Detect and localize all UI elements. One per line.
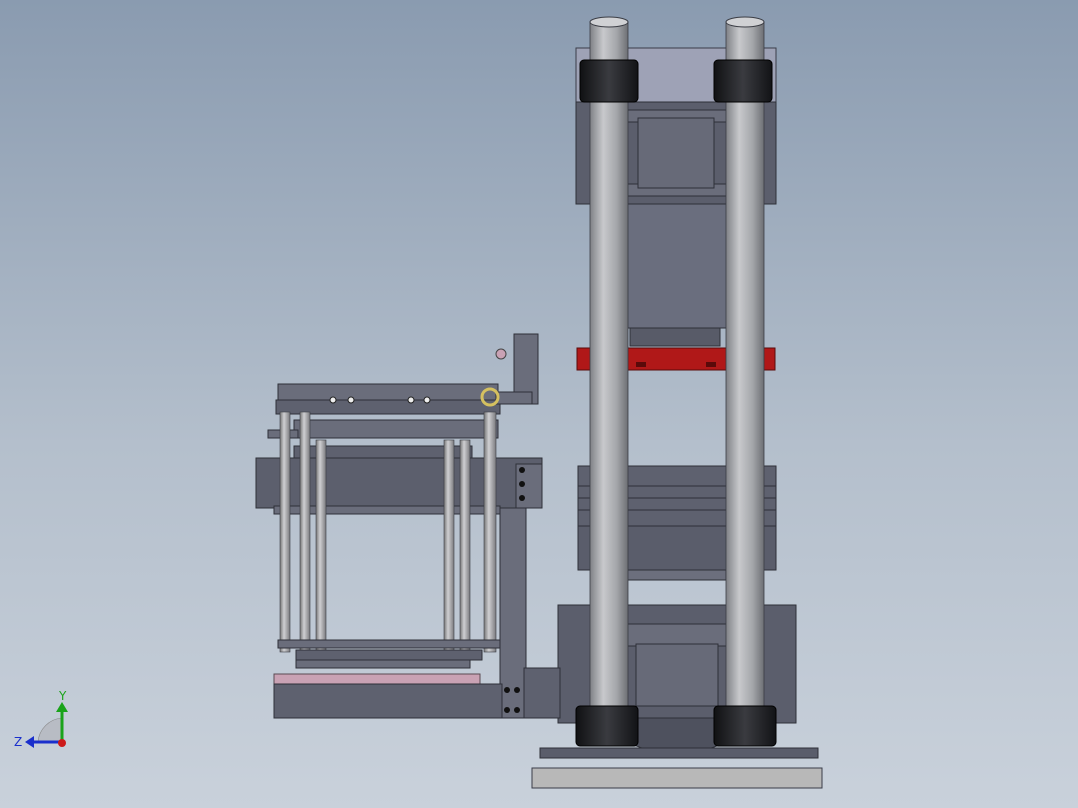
x-axis-dot bbox=[58, 739, 66, 747]
base-plate bbox=[531, 767, 823, 789]
pink-plate bbox=[273, 673, 481, 685]
press-frame bbox=[531, 47, 823, 789]
nut-bottom-left bbox=[575, 705, 639, 747]
feeder-block bbox=[255, 457, 543, 509]
tie-rod-left bbox=[589, 21, 629, 745]
y-axis-label: Y bbox=[58, 689, 67, 703]
main-cylinder bbox=[623, 203, 729, 329]
nut-bottom-right bbox=[713, 705, 777, 747]
feeder-assembly bbox=[255, 333, 561, 719]
press-machine-model[interactable]: Y Z bbox=[0, 0, 1078, 808]
tie-rod-right bbox=[725, 21, 765, 745]
z-axis-arrow bbox=[25, 736, 34, 748]
cad-viewport[interactable]: Y Z bbox=[0, 0, 1078, 808]
y-axis-arrow bbox=[56, 702, 68, 712]
axis-triad: Y Z bbox=[14, 689, 68, 749]
nut-top-left bbox=[579, 59, 639, 103]
z-axis-label: Z bbox=[14, 735, 22, 749]
nut-top-right bbox=[713, 59, 773, 103]
